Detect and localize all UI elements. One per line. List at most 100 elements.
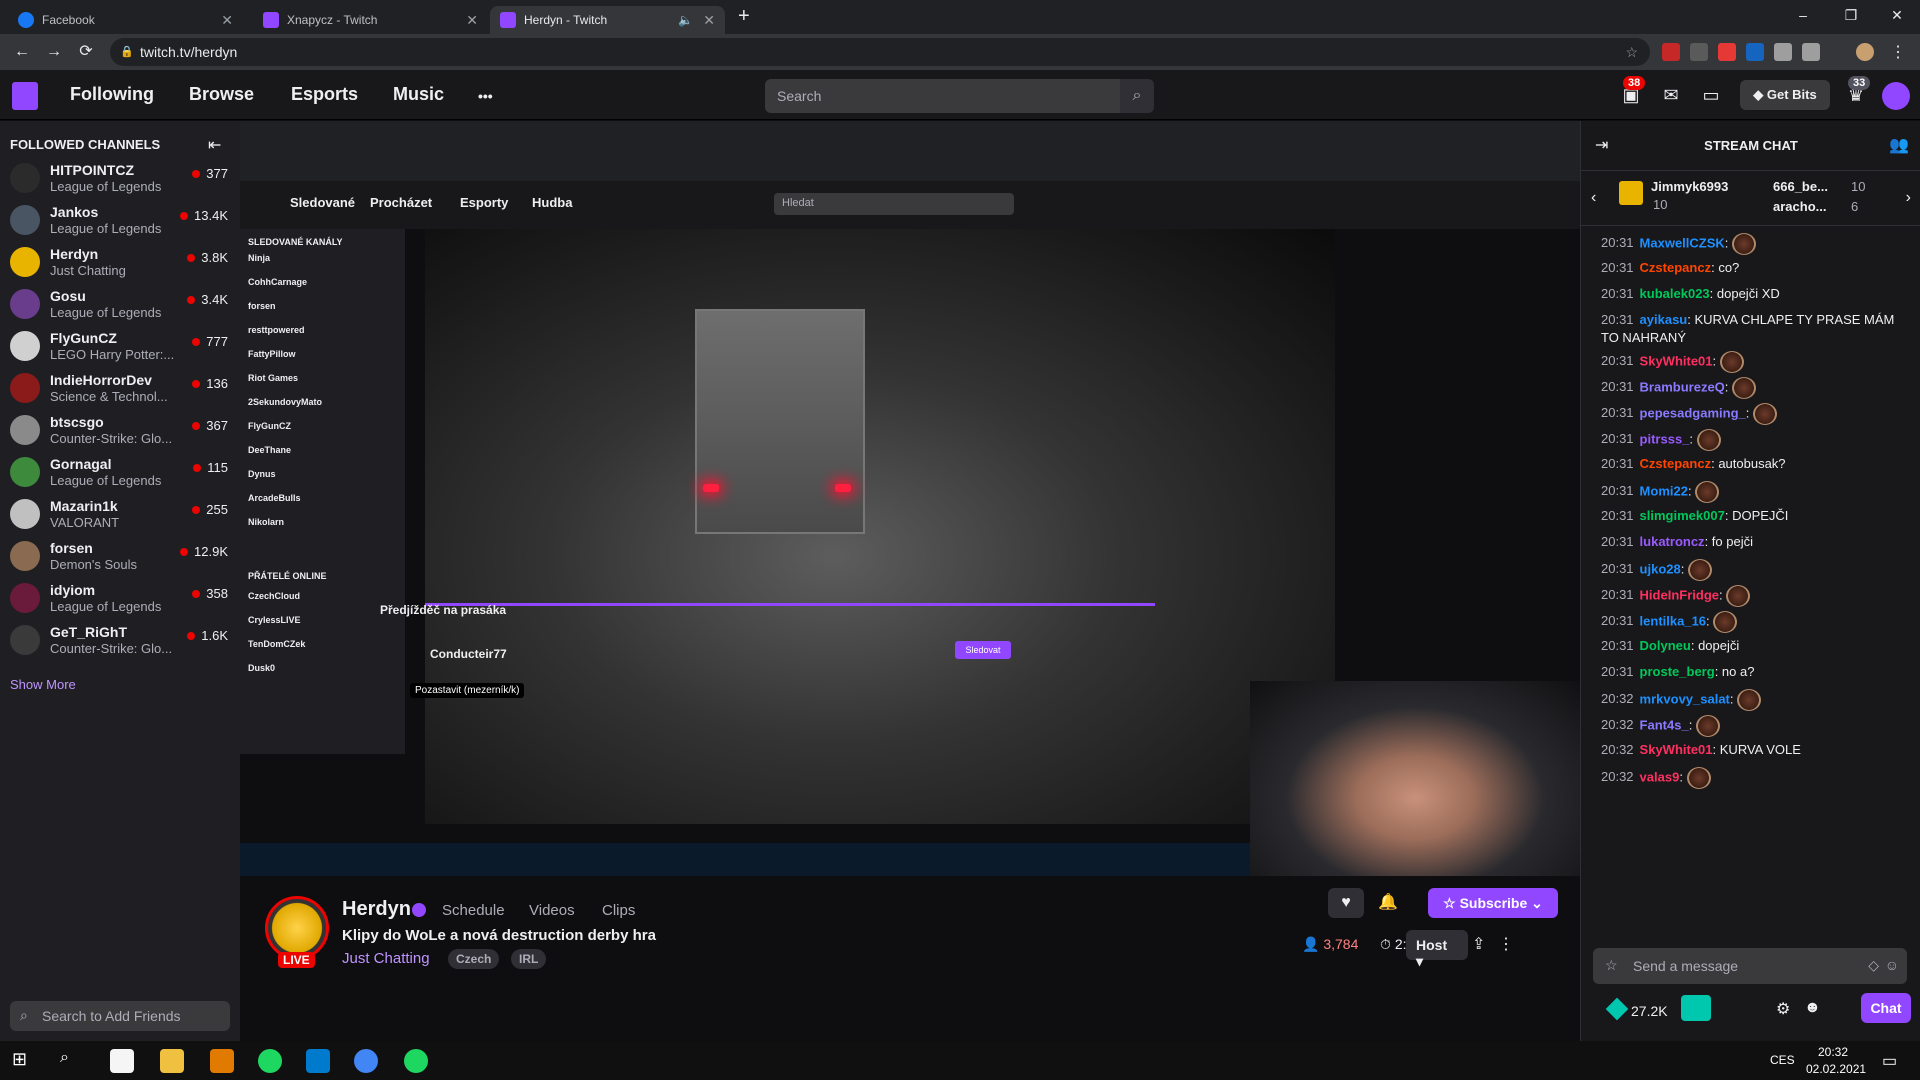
emote-image[interactable] [1687, 559, 1712, 581]
back-button[interactable]: ← [10, 41, 34, 63]
share-icon[interactable]: ⇪ [1472, 934, 1485, 954]
follow-heart-button[interactable]: ♥ [1328, 888, 1364, 918]
browser-menu-icon[interactable]: ⋮ [1890, 42, 1906, 62]
bookmark-star-icon[interactable]: ☆ [1625, 38, 1638, 66]
notification-center-icon[interactable]: ▭ [1882, 1051, 1897, 1071]
new-tab-button[interactable]: + [738, 5, 750, 28]
message-user[interactable]: SkyWhite01 [1640, 742, 1713, 757]
subscribe-button[interactable]: ☆ Subscribe ⌄ [1428, 888, 1558, 918]
extension-icon[interactable] [1718, 43, 1736, 61]
nav-browse[interactable]: Browse [189, 84, 254, 105]
show-more-link[interactable]: Show More [10, 677, 76, 692]
message-user[interactable]: ujko28 [1640, 561, 1681, 576]
sidebar-channel[interactable]: IndieHorrorDev Science & Technol... 136 [0, 367, 240, 409]
message-user[interactable]: HideInFridge [1640, 587, 1719, 602]
emote-image[interactable] [1752, 403, 1777, 425]
message-user[interactable]: BramburezeQ [1640, 379, 1725, 394]
message-user[interactable]: kubalek023 [1640, 286, 1710, 301]
sidebar-channel[interactable]: Herdyn Just Chatting 3.8K [0, 241, 240, 283]
file-explorer-icon[interactable] [160, 1049, 184, 1073]
nav-music[interactable]: Music [393, 84, 444, 105]
minimize-button[interactable]: – [1780, 0, 1826, 30]
message-user[interactable]: lukatroncz [1640, 534, 1705, 549]
extension-icon[interactable] [1746, 43, 1764, 61]
streamer-name[interactable]: Herdyn [342, 898, 411, 921]
message-user[interactable]: Czstepancz [1640, 260, 1712, 275]
streamer-avatar[interactable] [265, 896, 329, 960]
emoji-icon[interactable]: ☺ [1885, 957, 1899, 973]
tab-facebook[interactable]: Facebook ✕ [8, 6, 243, 34]
message-user[interactable]: lentilka_16 [1640, 613, 1707, 628]
emote-image[interactable] [1732, 377, 1757, 399]
tab-xnapycz[interactable]: Xnapycz - Twitch ✕ [253, 6, 488, 34]
channel-points-icon[interactable] [1605, 997, 1629, 1021]
extension-icon[interactable] [1662, 43, 1680, 61]
emote-image[interactable] [1713, 611, 1738, 633]
emote-image[interactable] [1686, 767, 1711, 789]
clips-link[interactable]: Clips [602, 902, 635, 919]
mail-icon[interactable]: ✉ [1660, 84, 1682, 106]
close-window-button[interactable]: ✕ [1874, 0, 1920, 30]
emote-image[interactable] [1726, 585, 1751, 607]
message-user[interactable]: Dolyneu [1640, 638, 1691, 653]
message-user[interactable]: mrkvovy_salat [1640, 691, 1730, 706]
video-player[interactable]: Sledované Procházet Esporty Hudba Hledat… [240, 121, 1580, 876]
sidebar-channel[interactable]: idyiom League of Legends 358 [0, 577, 240, 619]
emote-face-icon[interactable]: ☻ [1804, 999, 1821, 1017]
get-bits-button[interactable]: ◆ Get Bits [1740, 80, 1830, 110]
schedule-link[interactable]: Schedule [442, 902, 505, 919]
close-tab-icon[interactable]: ✕ [221, 12, 233, 29]
search-icon[interactable]: ⌕ [60, 1049, 84, 1073]
sidebar-channel[interactable]: FlyGunCZ LEGO Harry Potter:... 777 [0, 325, 240, 367]
nav-following[interactable]: Following [70, 84, 154, 105]
message-user[interactable]: pepesadgaming_ [1640, 405, 1746, 420]
emote-image[interactable] [1696, 429, 1721, 451]
sidebar-channel[interactable]: forsen Demon's Souls 12.9K [0, 535, 240, 577]
tab-herdyn[interactable]: Herdyn - Twitch 🔈 ✕ [490, 6, 725, 34]
sidebar-channel[interactable]: Gornagal League of Legends 115 [0, 451, 240, 493]
more-menu-icon[interactable]: ••• [478, 88, 493, 104]
clock-date[interactable]: 02.02.2021 [1806, 1062, 1866, 1076]
chat-input[interactable]: ☆ Send a message ◇ ☺ [1593, 948, 1907, 984]
store-icon[interactable] [110, 1049, 134, 1073]
search-icon[interactable]: ⌕ [1120, 79, 1154, 113]
message-user[interactable]: pitrsss_ [1640, 431, 1690, 446]
nav-esports[interactable]: Esports [291, 84, 358, 105]
message-user[interactable]: SkyWhite01 [1640, 353, 1713, 368]
extension-icon[interactable] [1690, 43, 1708, 61]
sidebar-channel[interactable]: btscsgo Counter-Strike: Glo... 367 [0, 409, 240, 451]
tag-czech[interactable]: Czech [448, 949, 500, 969]
forward-button[interactable]: → [42, 41, 66, 63]
app-icon[interactable] [404, 1049, 428, 1073]
emote-image[interactable] [1695, 715, 1720, 737]
message-user[interactable]: Czstepancz [1640, 456, 1712, 471]
tag-irl[interactable]: IRL [511, 949, 547, 969]
bits-icon[interactable]: ◇ [1868, 957, 1879, 974]
emote-picker-icon[interactable]: ☆ [1605, 957, 1618, 974]
host-button[interactable]: Host ▾ [1406, 930, 1468, 969]
more-options-icon[interactable]: ⋮ [1498, 934, 1514, 954]
collapse-sidebar-icon[interactable]: ⇤ [208, 135, 221, 155]
chrome-icon[interactable] [354, 1049, 378, 1073]
message-user[interactable]: proste_berg [1640, 664, 1715, 679]
users-icon[interactable]: 👥 [1889, 135, 1909, 155]
sidebar-channel[interactable]: GeT_RiGhT Counter-Strike: Glo... 1.6K [0, 619, 240, 661]
channel-points-button[interactable] [1681, 995, 1711, 1021]
clip-progress-bar[interactable] [425, 603, 1155, 606]
emote-image[interactable] [1695, 481, 1720, 503]
address-bar[interactable]: 🔒 twitch.tv/herdyn ☆ [110, 38, 1650, 66]
twitch-logo[interactable] [12, 82, 38, 110]
emote-image[interactable] [1719, 351, 1744, 373]
close-tab-icon[interactable]: ✕ [703, 12, 715, 29]
category-link[interactable]: Just Chatting [342, 950, 430, 967]
message-user[interactable]: Fant4s_ [1640, 717, 1689, 732]
message-user[interactable]: slimgimek007 [1640, 508, 1725, 523]
close-tab-icon[interactable]: ✕ [466, 12, 478, 29]
maximize-button[interactable]: ❐ [1828, 0, 1874, 30]
reading-list-icon[interactable] [1802, 43, 1820, 61]
sidebar-channel[interactable]: Jankos League of Legends 13.4K [0, 199, 240, 241]
sidebar-channel[interactable]: Gosu League of Legends 3.4K [0, 283, 240, 325]
sidebar-channel[interactable]: Mazarin1k VALORANT 255 [0, 493, 240, 535]
settings-gear-icon[interactable]: ⚙ [1776, 999, 1790, 1019]
speaker-icon[interactable]: 🔈 [678, 13, 693, 27]
